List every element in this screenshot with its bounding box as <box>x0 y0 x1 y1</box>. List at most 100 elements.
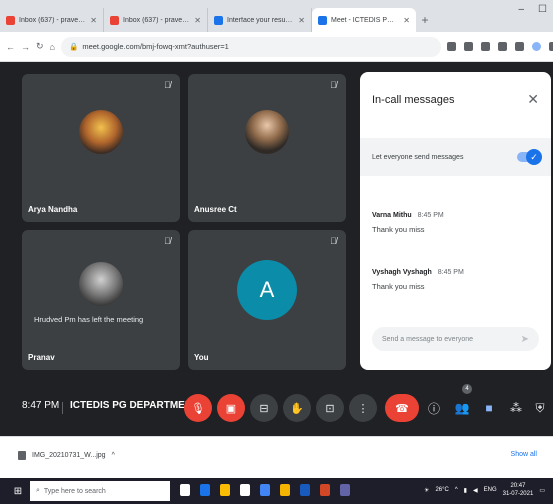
chrome-icon[interactable] <box>220 484 230 496</box>
participant-tile-you[interactable]: A 🎙̸ You <box>188 230 346 370</box>
tab-strip: Inbox (637) - praveenvs0@... ✕ Inbox (63… <box>0 4 553 32</box>
chevron-up-icon[interactable]: ^ <box>112 452 115 459</box>
hand-icon: ✋ <box>290 402 304 415</box>
temperature: 26°C <box>435 487 449 493</box>
language[interactable]: ENG <box>484 487 497 493</box>
download-filename: IMG_20210731_W...jpg <box>32 452 106 459</box>
taskbar-clock[interactable]: 20:47 31-07-2021 <box>503 482 534 498</box>
forward-arrow-icon[interactable]: → <box>21 42 30 52</box>
taskbar-apps <box>180 484 350 496</box>
star-icon[interactable] <box>480 42 490 51</box>
windows-start-icon[interactable]: ⊞ <box>12 485 24 497</box>
notifications-icon[interactable]: ▭ <box>539 487 545 494</box>
participant-tile-arya[interactable]: 🎙̸ Arya Nandha <box>22 74 180 222</box>
maximize-icon[interactable]: ☐ <box>538 4 547 15</box>
taskbar-search-input[interactable]: ⌕ Type here to search <box>30 481 170 501</box>
toggle-label: Let everyone send messages <box>372 153 464 161</box>
mic-off-icon: 🎙̸ <box>330 80 337 90</box>
camera-icon[interactable] <box>446 42 456 51</box>
activities-button[interactable]: ⁂ <box>506 398 526 418</box>
explorer-icon[interactable] <box>280 484 290 496</box>
message-text: Thank you miss <box>372 225 425 234</box>
participant-avatar <box>79 110 123 154</box>
raise-hand-button[interactable]: ✋ <box>283 394 311 422</box>
word-icon[interactable] <box>300 484 310 496</box>
volume-icon[interactable]: ◀ <box>473 487 478 494</box>
download-item[interactable]: IMG_20210731_W...jpg ^ <box>18 451 115 460</box>
send-messages-setting: Let everyone send messages ✓ <box>360 138 551 176</box>
gmail-favicon-icon <box>6 15 15 25</box>
people-button[interactable]: 👥 <box>452 398 472 418</box>
mic-off-icon: 🎙̸ <box>164 236 171 246</box>
file-icon <box>18 451 26 460</box>
clock-date: 31-07-2021 <box>502 491 534 497</box>
task-view-icon[interactable] <box>180 484 190 496</box>
message-header: Vyshagh Vyshagh 8:45 PM <box>372 269 542 276</box>
captions-button[interactable]: ⊟ <box>250 394 278 422</box>
participant-tile-anusree[interactable]: 🎙̸ Anusree Ct <box>188 74 346 222</box>
close-tab-icon[interactable]: ✕ <box>194 16 201 25</box>
message-text: Thank you miss <box>372 282 425 291</box>
mail-icon[interactable] <box>260 484 270 496</box>
browser-tab-2[interactable]: Inbox (637) - praveenvs@g... ✕ <box>104 8 208 32</box>
tab-label: Meet - ICTEDIS PG DEPARTM... <box>331 16 400 24</box>
doc-favicon-icon <box>214 15 223 25</box>
chat-message: Vyshagh Vyshagh 8:45 PM Thank you miss <box>372 269 542 291</box>
browser-tab-meet[interactable]: Meet - ICTEDIS PG DEPARTM... ✕ <box>312 8 416 32</box>
close-tab-icon[interactable]: ✕ <box>90 16 97 25</box>
puzzle-icon[interactable] <box>514 42 524 51</box>
call-end-icon: ☎ <box>395 402 409 415</box>
participant-tile-pranav[interactable]: 🎙̸ Pranav <box>22 230 180 370</box>
captions-icon: ⊟ <box>259 402 269 415</box>
mic-toggle-button[interactable]: 🎙 <box>184 394 212 422</box>
close-tab-icon[interactable]: ✕ <box>298 16 305 25</box>
host-controls-button[interactable]: ⛨ <box>530 398 550 418</box>
minimize-icon[interactable]: – <box>518 4 524 15</box>
close-icon[interactable]: ✕ <box>527 91 539 108</box>
chevron-up-icon[interactable]: ^ <box>455 487 458 493</box>
zoom-icon[interactable] <box>463 42 473 51</box>
back-arrow-icon[interactable]: ← <box>6 42 15 52</box>
chat-button[interactable]: ■ <box>479 398 499 418</box>
send-icon[interactable]: ➤ <box>521 334 529 345</box>
gmail-favicon-icon <box>110 15 119 25</box>
profile-avatar-icon[interactable] <box>531 42 541 51</box>
extension-icon[interactable] <box>497 42 507 51</box>
close-tab-icon[interactable]: ✕ <box>403 16 410 25</box>
network-icon[interactable]: ▮ <box>464 487 467 494</box>
weather-icon: ☀ <box>424 487 430 494</box>
leave-call-button[interactable]: ☎ <box>385 394 419 422</box>
meeting-details-button[interactable]: ⓘ <box>424 398 444 418</box>
reload-icon[interactable]: ↻ <box>36 41 44 52</box>
participant-count-badge: 4 <box>462 384 472 394</box>
show-all-link[interactable]: Show all <box>511 451 537 458</box>
more-options-button[interactable]: ⋮ <box>349 394 377 422</box>
menu-dots-icon[interactable] <box>548 42 553 51</box>
participant-avatar <box>245 110 289 154</box>
url-input[interactable]: 🔒 meet.google.com/bmj-fowq-xmt?authuser=… <box>60 36 441 57</box>
meet-stage: 🎙̸ Arya Nandha 🎙̸ Anusree Ct 🎙̸ Pranav A… <box>0 62 553 380</box>
info-icon: ⓘ <box>427 401 440 416</box>
message-time: 8:45 PM <box>437 269 464 276</box>
message-input-placeholder: Send a message to everyone <box>382 335 474 343</box>
browser-tab-3[interactable]: Interface your resume (1) - E... ✕ <box>208 8 312 32</box>
browser-tab-1[interactable]: Inbox (637) - praveenvs0@... ✕ <box>0 8 104 32</box>
present-button[interactable]: ⊡ <box>316 394 344 422</box>
tab-label: Inbox (637) - praveenvs@g... <box>123 16 190 24</box>
home-icon[interactable]: ⌂ <box>50 42 55 52</box>
camera-toggle-button[interactable]: ▣ <box>217 394 245 422</box>
message-input[interactable]: Send a message to everyone ➤ <box>372 327 539 351</box>
chat-message: Varna Mithu 8:45 PM Thank you miss <box>372 212 542 234</box>
powerpoint-icon[interactable] <box>320 484 330 496</box>
mic-off-icon: 🎙̸ <box>164 80 171 90</box>
camera-off-icon: ▣ <box>225 402 237 415</box>
allow-messages-toggle[interactable]: ✓ <box>517 149 542 165</box>
teams-icon[interactable] <box>340 484 350 496</box>
edge-icon[interactable] <box>200 484 210 496</box>
store-icon[interactable] <box>240 484 250 496</box>
meet-control-bar: 8:47 PM ICTEDIS PG DEPARTMEN... 🎙 ▣ ⊟ ✋ … <box>0 380 553 436</box>
search-icon: ⌕ <box>36 487 40 494</box>
in-call-messages-panel: In-call messages ✕ Let everyone send mes… <box>360 72 551 370</box>
new-tab-button[interactable]: + <box>416 8 434 32</box>
toolbar-icons <box>446 42 553 51</box>
